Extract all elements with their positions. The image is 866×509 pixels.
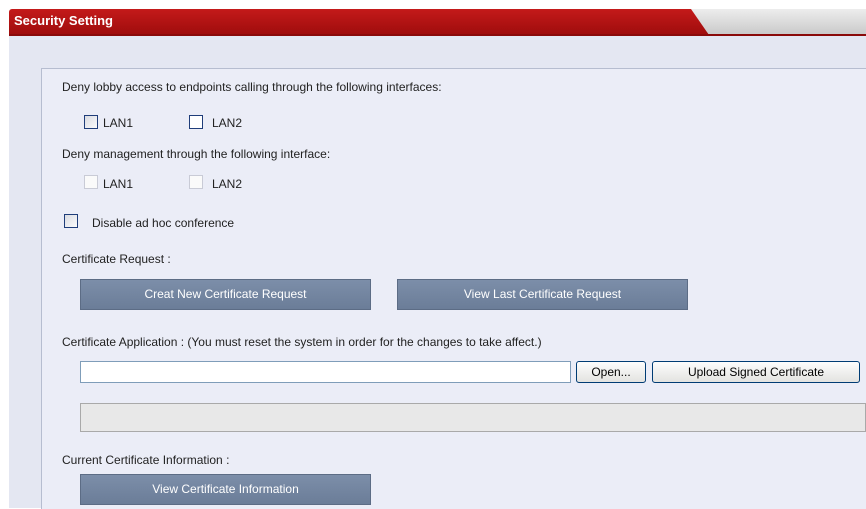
management-lan1-checkbox[interactable] bbox=[84, 175, 98, 189]
certificate-file-input[interactable] bbox=[80, 361, 571, 383]
certificate-request-label: Certificate Request : bbox=[62, 252, 171, 266]
disable-adhoc-label: Disable ad hoc conference bbox=[92, 216, 235, 230]
open-file-button[interactable]: Open... bbox=[576, 361, 646, 383]
disable-adhoc-checkbox[interactable] bbox=[64, 214, 78, 228]
upload-status-box bbox=[80, 403, 866, 432]
title-tab: Security Setting bbox=[9, 9, 709, 35]
lobby-lan1-label: LAN1 bbox=[103, 116, 134, 130]
lobby-access-label: Deny lobby access to endpoints calling t… bbox=[62, 80, 442, 94]
lobby-lan1-checkbox[interactable] bbox=[84, 115, 98, 129]
management-lan1-label: LAN1 bbox=[103, 177, 134, 191]
window-title: Security Setting bbox=[14, 13, 113, 28]
lobby-lan2-checkbox[interactable] bbox=[189, 115, 203, 129]
upload-signed-certificate-button[interactable]: Upload Signed Certificate bbox=[652, 361, 860, 383]
view-certificate-information-button[interactable]: View Certificate Information bbox=[80, 474, 371, 505]
create-certificate-request-button[interactable]: Creat New Certificate Request bbox=[80, 279, 371, 310]
management-lan2-label: LAN2 bbox=[212, 177, 243, 191]
certificate-application-label: Certificate Application : (You must rese… bbox=[62, 335, 542, 349]
current-certificate-label: Current Certificate Information : bbox=[62, 453, 230, 467]
title-bar-filler bbox=[690, 9, 866, 35]
title-bar: Security Setting bbox=[0, 0, 866, 40]
lobby-lan2-label: LAN2 bbox=[212, 116, 243, 130]
view-last-certificate-request-button[interactable]: View Last Certificate Request bbox=[397, 279, 688, 310]
management-lan2-checkbox[interactable] bbox=[189, 175, 203, 189]
management-label: Deny management through the following in… bbox=[62, 147, 331, 161]
